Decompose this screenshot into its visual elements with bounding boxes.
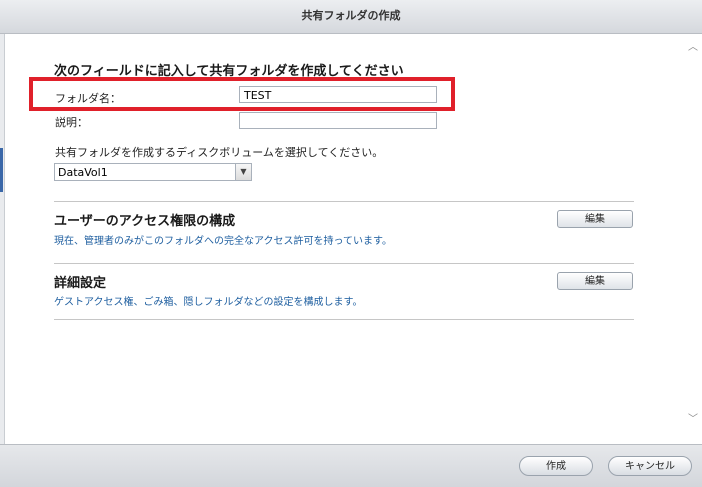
left-edge (0, 34, 5, 444)
access-section-desc: 現在、管理者のみがこのフォルダへの完全なアクセス許可を持っています。 (54, 236, 392, 247)
folder-name-input[interactable]: TEST (239, 86, 437, 103)
divider-2 (54, 263, 634, 264)
advanced-section-title: 詳細設定 (54, 276, 107, 291)
triangle-down-icon[interactable]: ▼ (235, 164, 251, 180)
divider-3 (54, 319, 634, 320)
volume-instruction: 共有フォルダを作成するディスクボリュームを選択してください。 (55, 146, 384, 159)
left-edge-marker (0, 148, 3, 192)
window-title: 共有フォルダの作成 (301, 9, 401, 22)
chevron-down-icon[interactable]: ﹀ (687, 414, 699, 426)
volume-select[interactable]: DataVol1 ▼ (54, 163, 252, 181)
access-edit-button[interactable]: 編集 (557, 210, 633, 228)
advanced-edit-button[interactable]: 編集 (557, 272, 633, 290)
window-titlebar: 共有フォルダの作成 (0, 0, 702, 34)
scrollbar[interactable]: ︿ ﹀ (684, 34, 702, 444)
create-button[interactable]: 作成 (519, 456, 593, 476)
dialog-footer (0, 444, 702, 487)
description-label: 説明： (55, 116, 88, 129)
access-section-title: ユーザーのアクセス権限の構成 (54, 214, 236, 229)
volume-select-value: DataVol1 (58, 166, 108, 179)
description-input[interactable] (239, 112, 437, 129)
advanced-section-desc: ゲストアクセス権、ごみ箱、隠しフォルダなどの設定を構成します。 (54, 297, 363, 308)
folder-name-label: フォルダ名： (55, 92, 121, 105)
divider-1 (54, 201, 634, 202)
chevron-up-icon[interactable]: ︿ (687, 42, 699, 54)
cancel-button[interactable]: キャンセル (608, 456, 692, 476)
